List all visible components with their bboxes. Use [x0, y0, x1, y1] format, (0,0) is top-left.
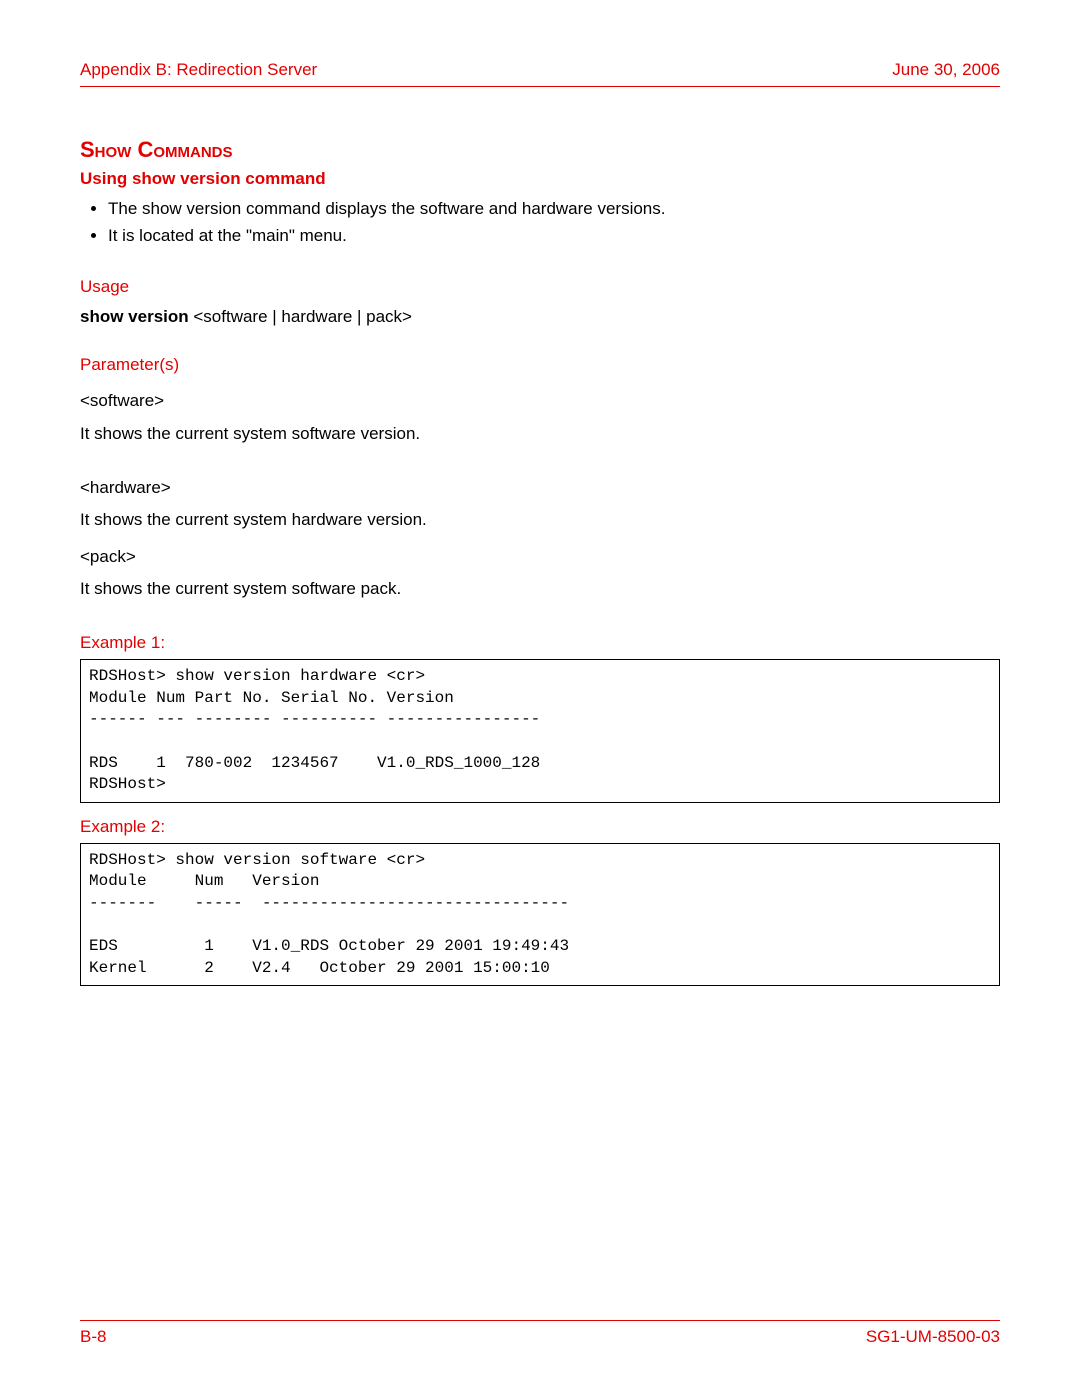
section-heading: Show Commands	[80, 137, 1000, 163]
example-2-code: RDSHost> show version software <cr> Modu…	[80, 843, 1000, 987]
parameter-desc: It shows the current system software pac…	[80, 573, 1000, 605]
example-1-label: Example 1:	[80, 633, 1000, 653]
parameter-name: <pack>	[80, 541, 1000, 573]
page-footer: B-8 SG1-UM-8500-03	[80, 1320, 1000, 1347]
bullet-list: The show version command displays the so…	[108, 195, 1000, 249]
parameter-name: <software>	[80, 385, 1000, 417]
footer-doc-id: SG1-UM-8500-03	[866, 1327, 1000, 1347]
bullet-item: The show version command displays the so…	[108, 195, 1000, 222]
usage-line: show version <software | hardware | pack…	[80, 307, 1000, 327]
example-2-label: Example 2:	[80, 817, 1000, 837]
parameter-item: <software> It shows the current system s…	[80, 385, 1000, 450]
footer-page-number: B-8	[80, 1327, 106, 1347]
page-header: Appendix B: Redirection Server June 30, …	[80, 60, 1000, 87]
document-page: Appendix B: Redirection Server June 30, …	[0, 0, 1080, 1397]
bullet-item: It is located at the "main" menu.	[108, 222, 1000, 249]
parameter-name: <hardware>	[80, 472, 1000, 504]
parameter-item: <hardware> It shows the current system h…	[80, 472, 1000, 537]
usage-command-rest: <software | hardware | pack>	[189, 307, 412, 326]
parameter-desc: It shows the current system software ver…	[80, 418, 1000, 450]
header-left: Appendix B: Redirection Server	[80, 60, 317, 80]
example-1-code: RDSHost> show version hardware <cr> Modu…	[80, 659, 1000, 803]
subheading: Using show version command	[80, 169, 1000, 189]
parameter-desc: It shows the current system hardware ver…	[80, 504, 1000, 536]
parameter-item: <pack> It shows the current system softw…	[80, 541, 1000, 606]
parameters-label: Parameter(s)	[80, 355, 1000, 375]
usage-command-bold: show version	[80, 307, 189, 326]
usage-label: Usage	[80, 277, 1000, 297]
header-date: June 30, 2006	[892, 60, 1000, 80]
